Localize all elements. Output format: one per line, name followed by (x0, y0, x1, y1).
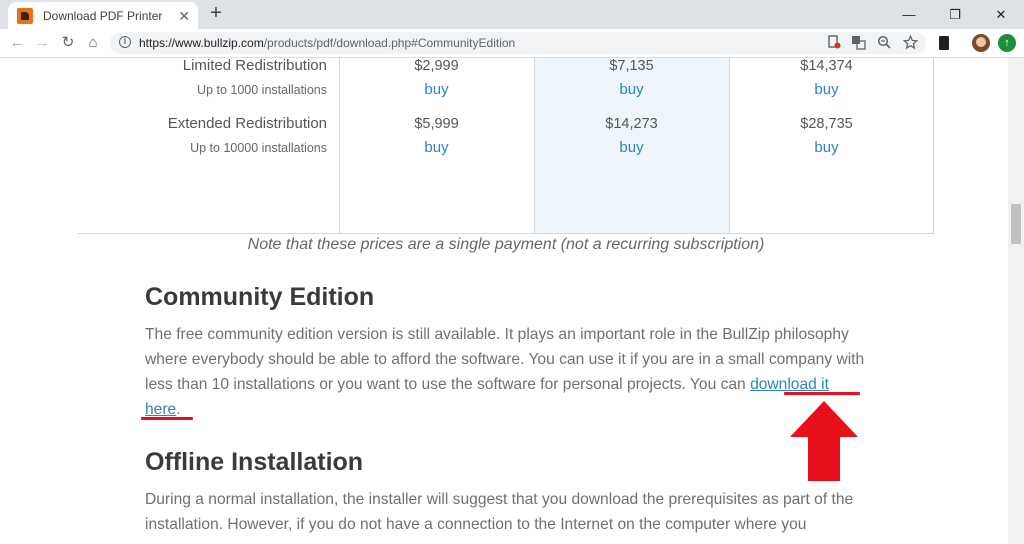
pricing-table: buy buy Limited Redistribution Up to 100… (78, 58, 934, 234)
price: $14,374 (800, 58, 853, 74)
page-viewport: buy buy Limited Redistribution Up to 100… (0, 58, 1008, 544)
translate-icon[interactable] (850, 35, 866, 51)
community-edition-text: The free community edition version is st… (145, 326, 865, 418)
license-name: Limited Redistribution (182, 58, 327, 74)
back-button[interactable]: ← (6, 32, 28, 54)
price: $7,135 (609, 58, 654, 74)
license-subtitle: Up to 10000 installations (190, 141, 327, 155)
zoom-icon[interactable] (876, 35, 892, 51)
scrollbar-thumb[interactable] (1011, 204, 1021, 244)
forward-button[interactable]: → (31, 32, 53, 54)
license-subtitle: Up to 1000 installations (197, 83, 327, 97)
bullzip-favicon-icon (17, 7, 33, 24)
reload-button[interactable]: ↻ (57, 32, 79, 54)
buy-link[interactable]: buy (729, 139, 924, 156)
price: $5,999 (414, 116, 459, 132)
buy-link[interactable]: buy (534, 81, 729, 98)
buy-link[interactable]: buy (729, 81, 924, 98)
red-annotation-arrow-icon (790, 401, 858, 481)
buy-link[interactable]: buy (339, 139, 534, 156)
tab-close-icon[interactable]: ✕ (178, 9, 190, 23)
url-text[interactable]: https://www.bullzip.com/products/pdf/dow… (139, 36, 515, 50)
tab-title: Download PDF Printer (43, 8, 163, 23)
buy-link[interactable]: buy (534, 139, 729, 156)
community-edition-heading: Community Edition (145, 283, 375, 311)
blocked-content-icon[interactable] (826, 35, 842, 51)
new-tab-button[interactable]: + (206, 3, 226, 24)
pricing-note: Note that these prices are a single paym… (247, 236, 765, 253)
offline-installation-heading: Offline Installation (145, 448, 364, 476)
red-annotation-underline (141, 417, 193, 420)
update-icon[interactable]: ↑ (998, 34, 1016, 52)
offline-installation-text: During a normal installation, the instal… (145, 491, 854, 533)
red-annotation-underline (784, 392, 860, 395)
site-info-icon[interactable]: i (119, 36, 131, 48)
license-name: Extended Redistribution (167, 115, 327, 132)
bookmark-star-icon[interactable] (902, 34, 918, 51)
close-window-button[interactable]: ✕ (978, 0, 1024, 29)
bookmark-extension-icon[interactable] (935, 34, 953, 52)
price: $14,273 (605, 116, 658, 132)
price: $28,735 (800, 116, 853, 132)
page-scrollbar[interactable] (1008, 58, 1024, 544)
browser-tab[interactable]: Download PDF Printer ✕ (8, 2, 198, 29)
tab-strip: Download PDF Printer ✕ + — ❐ ✕ (0, 0, 1024, 29)
browser-toolbar: ← → ↻ ⌂ i https://www.bullzip.com/produc… (0, 29, 1024, 58)
column-divider (933, 58, 934, 233)
address-bar[interactable]: i https://www.bullzip.com/products/pdf/d… (110, 32, 926, 54)
home-button[interactable]: ⌂ (82, 32, 104, 54)
restore-button[interactable]: ❐ (932, 0, 978, 29)
minimize-button[interactable]: — (886, 0, 932, 29)
price: $2,999 (414, 58, 459, 74)
profile-avatar[interactable] (972, 34, 990, 52)
buy-link[interactable]: buy (339, 81, 534, 98)
